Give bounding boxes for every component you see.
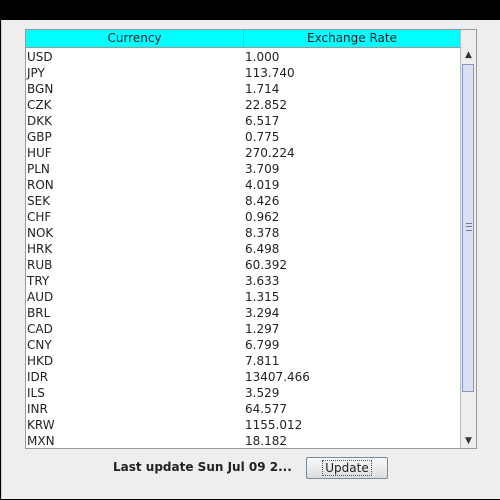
currency-cell: HRK [27, 242, 53, 256]
exchange-rate-cell: 1.714 [245, 82, 280, 96]
exchange-rate-cell: 22.852 [245, 98, 287, 112]
table-row[interactable]: AUD 1.315 [26, 289, 461, 305]
currency-cell: JPY [27, 66, 45, 80]
scroll-pane: Currency Exchange Rate USD 1.000 JPY 113.74… [25, 29, 477, 449]
update-button[interactable]: Update [306, 457, 388, 479]
table-row[interactable]: PLN 3.709 [26, 161, 461, 177]
exchange-rate-cell: 1.315 [245, 290, 280, 304]
exchange-rate-cell: 6.799 [245, 338, 280, 352]
exchange-rate-cell: 3.633 [245, 274, 280, 288]
table-row[interactable]: RUB 60.392 [26, 257, 461, 273]
currency-cell: MXN [27, 434, 55, 447]
table-header: Currency Exchange Rate [26, 30, 461, 48]
grip-icon [466, 223, 472, 231]
table-row[interactable]: CAD 1.297 [26, 321, 461, 337]
table-row[interactable]: BGN 1.714 [26, 81, 461, 97]
exchange-rate-cell: 1155.012 [245, 418, 303, 432]
exchange-rate-cell: 13407.466 [245, 370, 310, 384]
table-row[interactable]: IDR 13407.466 [26, 369, 461, 385]
last-update-label: Last update Sun Jul 09 2... [113, 460, 292, 474]
currency-cell: IDR [27, 370, 49, 384]
currency-cell: RUB [27, 258, 53, 272]
table-body: USD 1.000 JPY 113.740 BGN 1.714 CZK 22.852 DKK 6.… [26, 49, 461, 447]
table-row[interactable]: CHF 0.962 [26, 209, 461, 225]
table-row[interactable]: JPY 113.740 [26, 65, 461, 81]
content-panel: Currency Exchange Rate USD 1.000 JPY 113.74… [1, 20, 500, 499]
arrow-up-icon: ▲ [465, 50, 472, 60]
currency-cell: AUD [27, 290, 54, 304]
table-row[interactable]: KRW 1155.012 [26, 417, 461, 433]
table-row[interactable]: USD 1.000 [26, 49, 461, 65]
app-window: Currency Exchange Rate USD 1.000 JPY 113.74… [0, 0, 500, 500]
currency-cell: RON [27, 178, 54, 192]
currency-cell: BRL [27, 306, 51, 320]
exchange-rate-cell: 0.775 [245, 130, 280, 144]
exchange-rate-cell: 1.000 [245, 50, 280, 64]
vertical-scrollbar[interactable]: ▲ ▼ [460, 30, 476, 448]
currency-cell: GBP [27, 130, 52, 144]
currency-cell: HKD [27, 354, 54, 368]
update-button-label: Update [322, 460, 372, 476]
currency-cell: ILS [27, 386, 45, 400]
currency-cell: CAD [27, 322, 53, 336]
table-row[interactable]: BRL 3.294 [26, 305, 461, 321]
table-row[interactable]: TRY 3.633 [26, 273, 461, 289]
currency-cell: BGN [27, 82, 54, 96]
currency-cell: SEK [27, 194, 51, 208]
exchange-rate-cell: 18.182 [245, 434, 287, 447]
exchange-rate-cell: 3.294 [245, 306, 280, 320]
table-row[interactable]: HRK 6.498 [26, 241, 461, 257]
currency-cell: CZK [27, 98, 52, 112]
currency-cell: KRW [27, 418, 55, 432]
exchange-rate-cell: 8.426 [245, 194, 280, 208]
table-row[interactable]: DKK 6.517 [26, 113, 461, 129]
exchange-rate-cell: 4.019 [245, 178, 280, 192]
currency-cell: NOK [27, 226, 54, 240]
table-row[interactable]: ILS 3.529 [26, 385, 461, 401]
table-row[interactable]: INR 64.577 [26, 401, 461, 417]
table-row[interactable]: MXN 18.182 [26, 433, 461, 447]
footer-bar: Last update Sun Jul 09 2... Update [2, 456, 500, 480]
exchange-rate-cell: 60.392 [245, 258, 287, 272]
table-row[interactable]: SEK 8.426 [26, 193, 461, 209]
exchange-rate-cell: 7.811 [245, 354, 280, 368]
exchange-rate-cell: 6.498 [245, 242, 280, 256]
table-row[interactable]: RON 4.019 [26, 177, 461, 193]
currency-cell: PLN [27, 162, 50, 176]
exchange-rate-cell: 64.577 [245, 402, 287, 416]
scroll-up-button[interactable]: ▲ [461, 48, 476, 62]
currency-cell: USD [27, 50, 53, 64]
table-row[interactable]: HKD 7.811 [26, 353, 461, 369]
arrow-down-icon: ▼ [465, 436, 472, 446]
table-row[interactable]: HUF 270.224 [26, 145, 461, 161]
exchange-rate-cell: 113.740 [245, 66, 295, 80]
table-row[interactable]: NOK 8.378 [26, 225, 461, 241]
scroll-down-button[interactable]: ▼ [461, 434, 476, 448]
currency-cell: DKK [27, 114, 52, 128]
exchange-rate-cell: 0.962 [245, 210, 280, 224]
exchange-rate-cell: 3.529 [245, 386, 280, 400]
column-header-currency[interactable]: Currency [26, 30, 244, 48]
exchange-rate-cell: 1.297 [245, 322, 280, 336]
table-row[interactable]: GBP 0.775 [26, 129, 461, 145]
exchange-rate-cell: 3.709 [245, 162, 280, 176]
currency-cell: CHF [27, 210, 52, 224]
currency-cell: INR [27, 402, 48, 416]
currency-cell: TRY [27, 274, 50, 288]
table-row[interactable]: CZK 22.852 [26, 97, 461, 113]
column-header-exchange-rate[interactable]: Exchange Rate [244, 30, 461, 48]
exchange-rate-cell: 8.378 [245, 226, 280, 240]
table-row[interactable]: CNY 6.799 [26, 337, 461, 353]
currency-cell: CNY [27, 338, 52, 352]
exchange-rate-cell: 6.517 [245, 114, 280, 128]
scroll-thumb[interactable] [462, 64, 474, 392]
exchange-rate-cell: 270.224 [245, 146, 295, 160]
currency-cell: HUF [27, 146, 52, 160]
